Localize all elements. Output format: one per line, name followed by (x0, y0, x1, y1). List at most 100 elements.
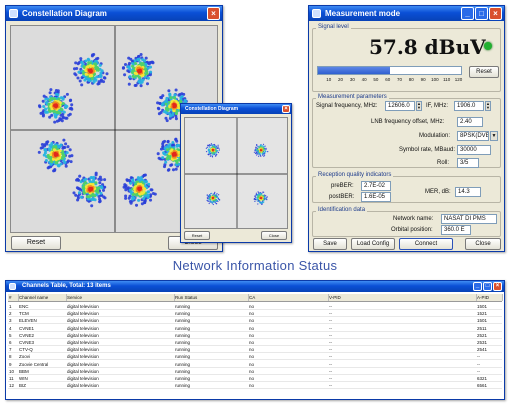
constellation-sample-dot (93, 198, 97, 202)
table-row[interactable]: 4 CVNE1 digital television running no -- 2511 (8, 325, 502, 332)
column-header[interactable]: Run Status (175, 294, 249, 301)
constellation-sample-dot (62, 110, 66, 114)
constellation-sample-dot (206, 194, 208, 196)
modulation-select[interactable]: 8PSK(DVB-S2) (457, 131, 489, 141)
signal-reset-button[interactable]: Reset (469, 66, 499, 78)
constellation-sample-dot (206, 199, 208, 202)
roll-field[interactable]: 3/5 (457, 158, 479, 168)
constellation-reset-button[interactable]: Reset (11, 236, 61, 250)
constellation-sample-dot (213, 193, 215, 195)
table-cell: digital television (67, 361, 99, 367)
close-icon[interactable]: × (489, 7, 502, 20)
table-row[interactable]: 2 TCM digital television running no -- 1521 (8, 310, 502, 318)
constellation-sample-dot (78, 174, 82, 178)
mini-reset-button[interactable]: Reset (184, 231, 210, 240)
column-header[interactable]: V-PID (329, 294, 477, 301)
constellation-sample-dot (253, 151, 256, 153)
minimize-icon[interactable]: _ (461, 7, 474, 20)
table-cell: -- (329, 318, 332, 324)
constellation-sample-dot (255, 196, 257, 198)
constellation-sample-dot (129, 181, 133, 185)
status-led-icon (484, 42, 492, 50)
table-row[interactable]: 9 Zoovie Central digital television running… (8, 361, 502, 368)
constellation-sample-dot (257, 196, 259, 199)
if-spinner[interactable]: ▲ ▼ (485, 101, 491, 111)
table-cell: digital television (67, 304, 99, 309)
maximize-icon[interactable]: □ (475, 7, 488, 20)
table-row[interactable]: 5 CVNE2 digital television running no -- 2521 (8, 332, 502, 339)
table-cell: ENC (19, 304, 29, 309)
maximize-icon[interactable]: □ (483, 282, 492, 291)
close-icon[interactable]: × (493, 282, 502, 291)
constellation-sample-dot (207, 149, 209, 151)
constellation-titlebar[interactable]: Constellation Diagram × (6, 6, 222, 21)
constellation-sample-dot (79, 57, 83, 61)
table-row[interactable]: 3 ELEVEN digital television running no -- 1501 (8, 317, 502, 325)
constellation-sample-dot (131, 74, 135, 78)
measurement-titlebar[interactable]: Measurement mode _ □ × (309, 6, 504, 21)
constellation-sample-dot (56, 89, 60, 93)
constellation-sample-dot (102, 195, 106, 199)
chevron-down-icon[interactable]: ▼ (490, 131, 498, 141)
table-cell: BBM (19, 368, 29, 374)
mini-constellation-titlebar[interactable]: Constellation Diagram × (181, 104, 291, 114)
constellation-sample-dot (149, 70, 153, 74)
table-row[interactable]: 7 CTV-Q digital television running no -- 2541 (8, 346, 502, 354)
constellation-sample-dot (44, 149, 48, 153)
mini-close-button[interactable]: Close (261, 231, 287, 240)
constellation-sample-dot (87, 58, 91, 62)
constellation-sample-dot (148, 198, 153, 202)
load-config-button[interactable]: Load Config (351, 238, 395, 250)
constellation-sample-dot (211, 152, 213, 155)
constellation-sample-dot (88, 64, 93, 68)
table-row[interactable]: 11 WIN digital television running no -- 6321 (8, 375, 502, 382)
close-button[interactable]: Close (465, 238, 501, 250)
column-header[interactable]: Channel name (19, 294, 67, 301)
constellation-sample-dot (94, 181, 98, 185)
constellation-sample-dot (57, 164, 61, 168)
constellation-sample-dot (150, 188, 154, 192)
table-cell: 11 (9, 376, 14, 381)
close-icon[interactable]: × (282, 105, 290, 113)
constellation-sample-dot (88, 61, 92, 65)
constellation-sample-dot (123, 73, 127, 77)
constellation-sample-dot (88, 187, 92, 191)
table-row[interactable]: 8 Zoovi digital television running no -- -- (8, 353, 502, 361)
table-row[interactable]: 6 CVNE3 digital television running no -- 2531 (8, 339, 502, 346)
symbol-rate-field[interactable]: 30000 (457, 145, 491, 155)
constellation-sample-dot (87, 195, 91, 199)
table-row[interactable]: 12 BIZ digital television running no -- 6561 (8, 382, 502, 390)
table-row[interactable]: 10 BBM digital television running no -- -- (8, 368, 502, 375)
column-header[interactable]: Service (67, 294, 175, 301)
constellation-sample-dot (74, 73, 78, 77)
signal-level-bar (317, 66, 462, 75)
lnb-field[interactable]: 2.40 (457, 117, 483, 127)
constellation-sample-dot (265, 198, 267, 200)
constellation-sample-dot (211, 155, 213, 158)
column-header[interactable]: CA (249, 294, 329, 301)
signal-freq-field[interactable]: 12606.0 (385, 101, 415, 111)
mini-constellation-cluster (206, 191, 221, 206)
table-cell: digital television (67, 325, 99, 331)
minimize-icon[interactable]: _ (473, 282, 482, 291)
constellation-sample-dot (165, 119, 169, 123)
table-row[interactable]: 1 ENC digital television running no -- 1501 (8, 303, 502, 310)
save-button[interactable]: Save (313, 238, 347, 250)
constellation-sample-dot (212, 201, 214, 204)
modulation-label: Modulation: (419, 133, 451, 139)
column-header[interactable]: # (9, 294, 19, 301)
constellation-sample-dot (214, 201, 216, 203)
channels-titlebar[interactable]: Channels Table, Total: 13 items _ □ × (6, 281, 504, 292)
constellation-sample-dot (256, 200, 259, 202)
constellation-sample-dot (126, 65, 130, 69)
window-icon (9, 9, 18, 18)
close-icon[interactable]: × (207, 7, 220, 20)
if-field[interactable]: 1906.0 (454, 101, 484, 111)
signal-freq-spinner[interactable]: ▲ ▼ (416, 101, 422, 111)
scale-tick-label: 40 (361, 77, 367, 82)
constellation-sample-dot (261, 154, 264, 156)
constellation-sample-dot (98, 181, 102, 185)
connect-button[interactable]: Connect (399, 238, 453, 250)
column-header[interactable]: A-PID (477, 294, 503, 301)
constellation-sample-dot (54, 145, 58, 149)
